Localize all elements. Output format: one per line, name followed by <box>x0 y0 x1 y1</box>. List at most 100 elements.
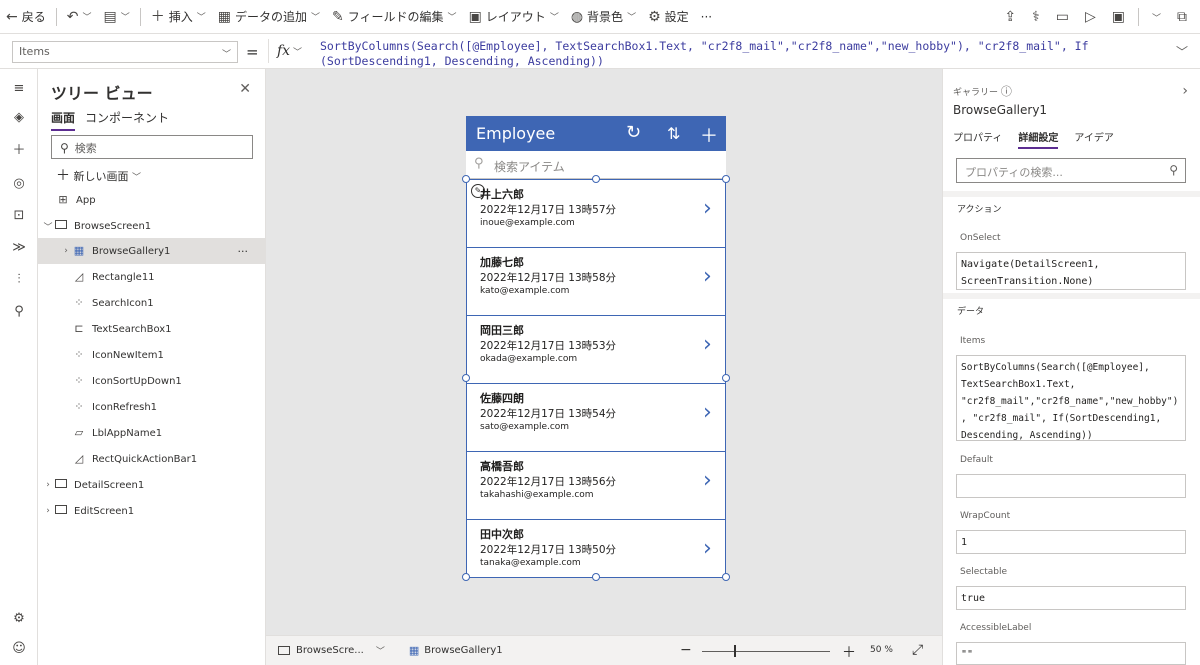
comments-button[interactable]: ▭ <box>1049 0 1076 34</box>
more-button[interactable]: ··· <box>695 0 718 34</box>
zoom-out-button[interactable]: − <box>680 642 692 658</box>
gallery-row[interactable]: 加藤七郎 2022年12月17日 13時58分 kato@example.com… <box>467 248 725 316</box>
zoom-slider[interactable] <box>702 651 830 652</box>
tree-node-search-icon[interactable]: ⁘ SearchIcon1 <box>38 290 266 316</box>
fx-button[interactable]: fx ﹀ <box>268 39 310 63</box>
tree-node-rect-quick-action[interactable]: ◿ RectQuickActionBar1 <box>38 446 266 472</box>
chevron-right-icon[interactable]: › <box>703 402 712 424</box>
resize-handle[interactable] <box>722 175 730 183</box>
resize-handle[interactable] <box>722 573 730 581</box>
resize-handle[interactable] <box>462 573 470 581</box>
property-search-input[interactable]: プロパティの検索... ⚲ <box>956 158 1186 183</box>
selectable-label: Selectable <box>960 567 1008 577</box>
resize-handle[interactable] <box>592 175 600 183</box>
tab-components[interactable]: コンポーネント <box>85 109 169 131</box>
publish-button[interactable]: ⧉ <box>1170 0 1194 34</box>
save-button[interactable]: ▣ <box>1105 0 1132 34</box>
wrapcount-field[interactable]: 1 <box>956 530 1186 554</box>
tree-node-browse-gallery[interactable]: › ▦ BrowseGallery1 ··· <box>38 238 266 264</box>
arrow-left-icon: ← <box>6 8 18 25</box>
paste-button[interactable]: ▤ ﹀ <box>98 0 136 34</box>
resize-handle[interactable] <box>462 374 470 382</box>
chevron-right-icon[interactable]: › <box>60 246 72 256</box>
onselect-field[interactable]: Navigate(DetailScreen1, ScreenTransition… <box>956 252 1186 290</box>
help-icon[interactable]: ⓘ <box>1001 85 1012 98</box>
sort-icon[interactable]: ⇅ <box>667 124 680 143</box>
tree-node-icon-new-item[interactable]: ⁘ IconNewItem1 <box>38 342 266 368</box>
gallery-row[interactable]: 高橋吾郎 2022年12月17日 13時56分 takahashi@exampl… <box>467 452 725 520</box>
more-icon[interactable]: ··· <box>238 245 249 258</box>
design-canvas: Employee ↻ ⇅ ＋ ⚲ 検索アイテム ✎ 井上六郎 2022年12月1… <box>266 69 942 635</box>
share-button[interactable]: ⇪ <box>997 0 1023 34</box>
gallery-row[interactable]: ✎ 井上六郎 2022年12月17日 13時57分 inoue@example.… <box>467 180 725 248</box>
resize-handle[interactable] <box>462 175 470 183</box>
edit-fields-button[interactable]: ✎ フィールドの編集 ﹀ <box>326 0 463 34</box>
chevron-right-icon[interactable]: › <box>703 198 712 220</box>
chevron-right-icon[interactable]: › <box>703 334 712 356</box>
database-icon[interactable]: ◎ <box>11 176 27 192</box>
settings-icon[interactable]: ⚙ <box>11 611 27 627</box>
tree-node-detail-screen[interactable]: › DetailScreen1 <box>38 472 266 498</box>
tab-screens[interactable]: 画面 <box>51 109 76 131</box>
search-icon[interactable]: ⚲ <box>11 304 27 320</box>
virtual-agent-icon[interactable]: ☺ <box>11 641 27 657</box>
tree-node-app[interactable]: ⊞ App <box>38 187 266 213</box>
zoom-slider-thumb[interactable] <box>734 645 736 657</box>
add-data-button[interactable]: ▦ データの追加 ﹀ <box>212 0 326 34</box>
items-field[interactable]: SortByColumns(Search([@Employee], TextSe… <box>956 355 1186 441</box>
chevron-down-icon[interactable]: ﹀ <box>42 220 54 233</box>
fit-to-window-icon[interactable]: ⤢ <box>912 642 923 658</box>
selectable-field[interactable]: true <box>956 586 1186 610</box>
resize-handle[interactable] <box>722 374 730 382</box>
tree-node-icon-refresh[interactable]: ⁘ IconRefresh1 <box>38 394 266 420</box>
screen-breadcrumb[interactable]: BrowseScre... ﹀ <box>278 644 385 657</box>
variables-icon[interactable]: ⫶ <box>11 272 27 288</box>
add-icon[interactable]: ＋ <box>700 122 718 148</box>
zoom-in-button[interactable]: ＋ <box>842 642 856 662</box>
chevron-right-icon[interactable]: › <box>703 266 712 288</box>
close-icon[interactable]: ✕ <box>239 81 251 97</box>
tab-properties[interactable]: プロパティ <box>953 129 1002 149</box>
browse-gallery[interactable]: ✎ 井上六郎 2022年12月17日 13時57分 inoue@example.… <box>466 179 726 578</box>
gallery-row[interactable]: 佐藤四朗 2022年12月17日 13時54分 sato@example.com… <box>467 384 725 452</box>
tree-search-input[interactable]: ⚲ 検索 <box>51 135 253 159</box>
insert-button[interactable]: ＋挿入 ﹀ <box>145 0 212 34</box>
property-dropdown[interactable]: Items ﹀ <box>12 41 238 63</box>
plus-icon[interactable]: ＋ <box>11 143 27 159</box>
tree-node-icon-sort[interactable]: ⁘ IconSortUpDown1 <box>38 368 266 394</box>
chevron-right-icon[interactable]: › <box>42 480 54 490</box>
chevron-right-icon[interactable]: › <box>703 470 712 492</box>
tree-node-edit-screen[interactable]: › EditScreen1 <box>38 498 266 524</box>
layers-icon[interactable]: ◈ <box>11 110 27 126</box>
new-screen-button[interactable]: ＋ 新しい画面 ﹀ <box>56 165 141 185</box>
settings-button[interactable]: ⚙ 設定 <box>642 0 695 34</box>
bg-color-button[interactable]: ◍ 背景色 ﹀ <box>565 0 642 34</box>
play-button[interactable]: ▷ <box>1078 0 1103 34</box>
chevron-right-icon[interactable]: › <box>1182 83 1188 99</box>
tree-node-text-search-box[interactable]: ⊏ TextSearchBox1 <box>38 316 266 342</box>
expand-formula-icon[interactable]: ﹀ <box>1176 43 1188 60</box>
tree-node-label-app-name[interactable]: ▱ LblAppName1 <box>38 420 266 446</box>
media-icon[interactable]: ⊡ <box>11 208 27 224</box>
save-options-button[interactable]: ﹀ <box>1145 0 1168 34</box>
app-checker-button[interactable]: ⚕ <box>1025 0 1047 34</box>
tree-node-rectangle[interactable]: ◿ Rectangle11 <box>38 264 266 290</box>
control-breadcrumb[interactable]: ▦ BrowseGallery1 <box>409 644 503 657</box>
tree-tabs: 画面 コンポーネント <box>51 109 169 131</box>
default-field[interactable] <box>956 474 1186 498</box>
tab-ideas[interactable]: アイデア <box>1074 129 1114 149</box>
accessible-label-field[interactable]: "" <box>956 642 1186 665</box>
resize-handle[interactable] <box>592 573 600 581</box>
gallery-row[interactable]: 岡田三郎 2022年12月17日 13時53分 okada@example.co… <box>467 316 725 384</box>
layout-button[interactable]: ▣ レイアウト ﹀ <box>463 0 565 34</box>
formula-input[interactable]: SortByColumns(Search([@Employee], TextSe… <box>314 39 1164 68</box>
chevron-right-icon[interactable]: › <box>703 538 712 560</box>
chevron-right-icon[interactable]: › <box>42 506 54 516</box>
power-automate-icon[interactable]: ≫ <box>11 240 27 256</box>
refresh-icon[interactable]: ↻ <box>626 122 641 143</box>
undo-button[interactable]: ↶ ﹀ <box>61 0 98 34</box>
tree-node-browse-screen[interactable]: ﹀ BrowseScreen1 <box>38 213 266 239</box>
menu-icon[interactable]: ≡ <box>11 81 27 97</box>
tab-advanced[interactable]: 詳細設定 <box>1018 129 1059 149</box>
back-button[interactable]: ← 戻る <box>0 0 52 34</box>
